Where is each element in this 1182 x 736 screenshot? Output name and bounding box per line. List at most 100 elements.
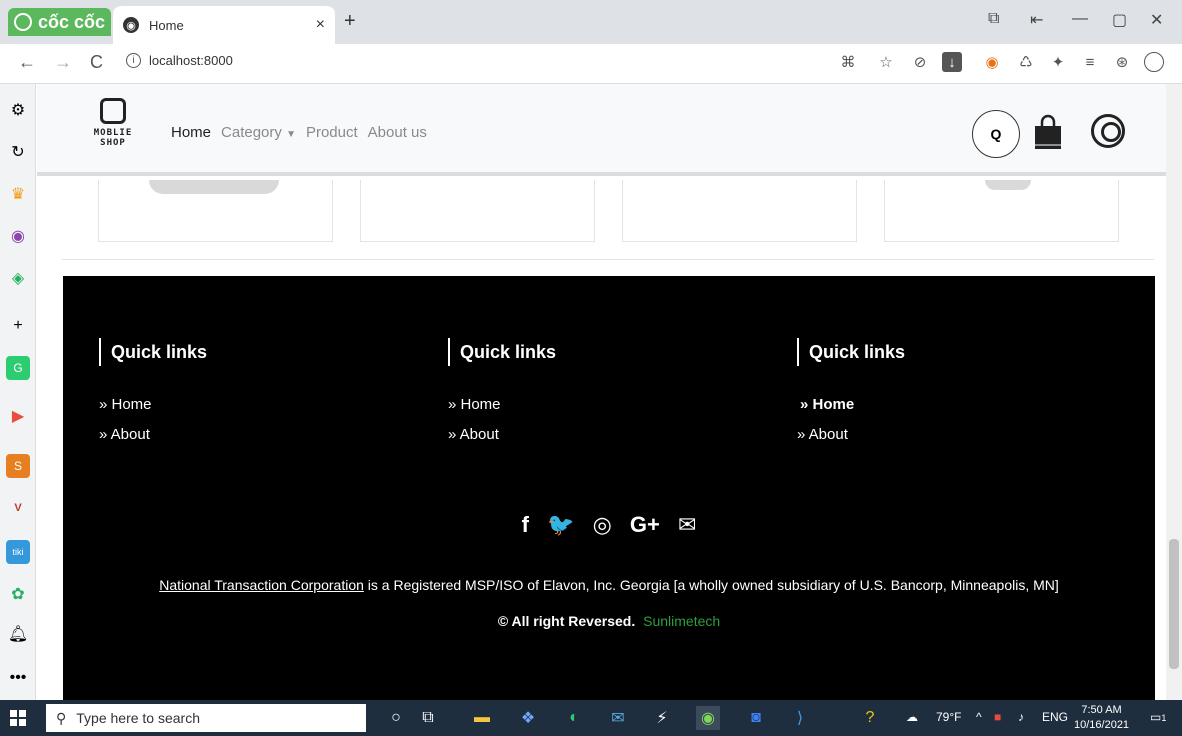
minimize-button[interactable]: — [1072, 10, 1088, 28]
search-button[interactable]: Q [972, 110, 1020, 158]
nav-category[interactable]: Category ▼ [221, 124, 296, 141]
star-icon[interactable]: ☆ [876, 52, 896, 72]
new-tab-button[interactable]: + [344, 10, 356, 33]
scrollbar-thumb[interactable] [1169, 539, 1179, 669]
mail-icon[interactable]: ✉ [606, 706, 630, 730]
circle-icon[interactable] [1144, 52, 1164, 72]
chrome-store-icon[interactable]: ✿ [6, 582, 30, 606]
vscode-icon[interactable]: ⟩ [788, 706, 812, 730]
tab-home[interactable]: ◉ Home × [113, 6, 335, 44]
legal-text: is a Registered MSP/ISO of Elavon, Inc. … [363, 577, 1059, 593]
product-card[interactable] [98, 180, 333, 242]
more-icon[interactable]: ••• [6, 666, 30, 690]
globe-icon: ◉ [123, 17, 139, 33]
dropbox-icon[interactable]: ❖ [516, 706, 540, 730]
close-window-button[interactable]: ✕ [1150, 10, 1163, 30]
antivirus-icon[interactable]: ■ [994, 710, 1001, 724]
app-icon[interactable]: ⚡ [650, 706, 674, 730]
shopping-bag-icon[interactable] [1032, 114, 1064, 150]
company-link[interactable]: Sunlimetech [643, 613, 720, 629]
back-button[interactable]: ← [18, 52, 36, 73]
shield-icon[interactable]: ⊘ [910, 52, 930, 72]
taskbar-search-placeholder: Type here to search [76, 710, 201, 726]
translate-icon[interactable]: ⌘ [838, 52, 858, 72]
shopee-icon[interactable]: S [6, 454, 30, 478]
logo-line2: SHOP [100, 138, 126, 148]
instagram-icon[interactable]: ◎ [593, 512, 612, 538]
game-icon[interactable]: ◈ [6, 266, 30, 290]
bell-icon[interactable]: 🔔︎ [6, 622, 30, 646]
footer-heading: Quick links [797, 338, 905, 366]
windows-start-icon[interactable] [10, 710, 26, 726]
history-icon[interactable]: ↻ [6, 140, 30, 164]
messenger-icon[interactable]: ◉ [6, 224, 30, 248]
taskbar-search[interactable]: ⚲ Type here to search [46, 704, 366, 732]
browser-sidebar: ⚙ ↻ ♛ ◉ ◈ + G ▶ S V tiki ✿ 🔔︎ ••• [0, 84, 36, 700]
social-links: f 🐦 ◎ G+ ✉ [63, 512, 1155, 538]
footer-link-home[interactable]: » Home [99, 396, 207, 413]
google-plus-icon[interactable]: G+ [630, 512, 660, 538]
notification-icon[interactable]: ▭1 [1150, 710, 1166, 724]
site-logo[interactable]: MOBLIE SHOP [83, 98, 143, 148]
footer-link-home[interactable]: » Home [797, 396, 905, 413]
add-icon[interactable]: + [6, 314, 30, 338]
coccoc-taskbar-icon[interactable]: ◉ [696, 706, 720, 730]
email-icon[interactable]: ✉ [678, 512, 696, 538]
maximize-button[interactable]: ▢ [1112, 10, 1127, 30]
product-card[interactable] [884, 180, 1119, 242]
search-icon: ⚲ [56, 709, 67, 726]
footer-column-3: Quick links » Home » About [797, 338, 905, 456]
nav-about[interactable]: About us [368, 124, 427, 141]
sidebar-toggle-icon[interactable]: ⇤ [1030, 10, 1043, 30]
recycle-icon[interactable]: ♺ [1016, 52, 1036, 72]
twitter-icon[interactable]: 🐦 [547, 512, 574, 538]
nav-home[interactable]: Home [171, 124, 211, 141]
settings-icon[interactable]: ⚙ [6, 98, 30, 122]
vtv-icon[interactable]: V [6, 496, 30, 520]
extension-icon[interactable]: ◉ [982, 52, 1002, 72]
product-card[interactable] [622, 180, 857, 242]
puzzle-icon[interactable]: ✦ [1048, 52, 1068, 72]
grammarly-icon[interactable]: G [6, 356, 30, 380]
chevron-up-icon[interactable]: ^ [976, 710, 982, 724]
facebook-icon[interactable]: f [522, 512, 529, 538]
screenshot-icon[interactable]: ⧉ [988, 10, 999, 28]
weather-temp[interactable]: 79°F [936, 710, 961, 724]
file-explorer-icon[interactable]: ▬ [470, 706, 494, 730]
download-icon[interactable]: ↓ [942, 52, 962, 72]
info-icon[interactable]: i [126, 53, 141, 68]
footer-heading: Quick links [448, 338, 556, 366]
reading-list-icon[interactable]: ≡ [1080, 52, 1100, 72]
legal-link[interactable]: National Transaction Corporation [159, 577, 364, 593]
youtube-icon[interactable]: ▶ [6, 404, 30, 428]
footer-link-about[interactable]: » About [99, 426, 207, 443]
footer-link-about[interactable]: » About [797, 426, 905, 443]
nav-category-label: Category [221, 124, 282, 141]
copyright: © All right Reversed. Sunlimetech [63, 613, 1155, 629]
forward-button[interactable]: → [54, 52, 72, 73]
product-image [985, 180, 1031, 190]
weather-icon[interactable]: ☁ [906, 710, 918, 724]
help-icon[interactable]: ? [858, 706, 882, 730]
crown-icon[interactable]: ♛ [6, 182, 30, 206]
page-scrollbar[interactable] [1166, 84, 1182, 700]
zalo-icon[interactable]: ◙ [744, 706, 768, 730]
tiki-icon[interactable]: tiki [6, 540, 30, 564]
reload-button[interactable]: C [90, 52, 103, 73]
url-field[interactable]: i localhost:8000 [126, 53, 233, 68]
profile-icon[interactable]: ⊛ [1112, 52, 1132, 72]
clock[interactable]: 7:50 AM 10/16/2021 [1074, 703, 1129, 733]
footer-link-about[interactable]: » About [448, 426, 556, 443]
cortana-icon[interactable]: ○ [384, 706, 408, 730]
language-indicator[interactable]: ENG [1042, 710, 1068, 724]
user-account-icon[interactable] [1091, 114, 1125, 148]
volume-icon[interactable]: ♪ [1018, 710, 1024, 724]
nav-product[interactable]: Product [306, 124, 358, 141]
site-footer: Quick links » Home » About Quick links »… [63, 276, 1155, 700]
edge-icon[interactable]: ◐ [562, 706, 586, 730]
task-view-icon[interactable]: ⧉ [416, 706, 440, 730]
product-card[interactable] [360, 180, 595, 242]
footer-link-home[interactable]: » Home [448, 396, 556, 413]
coccoc-brand-button[interactable]: cốc cốc [8, 8, 111, 36]
tab-close-icon[interactable]: × [316, 16, 325, 34]
